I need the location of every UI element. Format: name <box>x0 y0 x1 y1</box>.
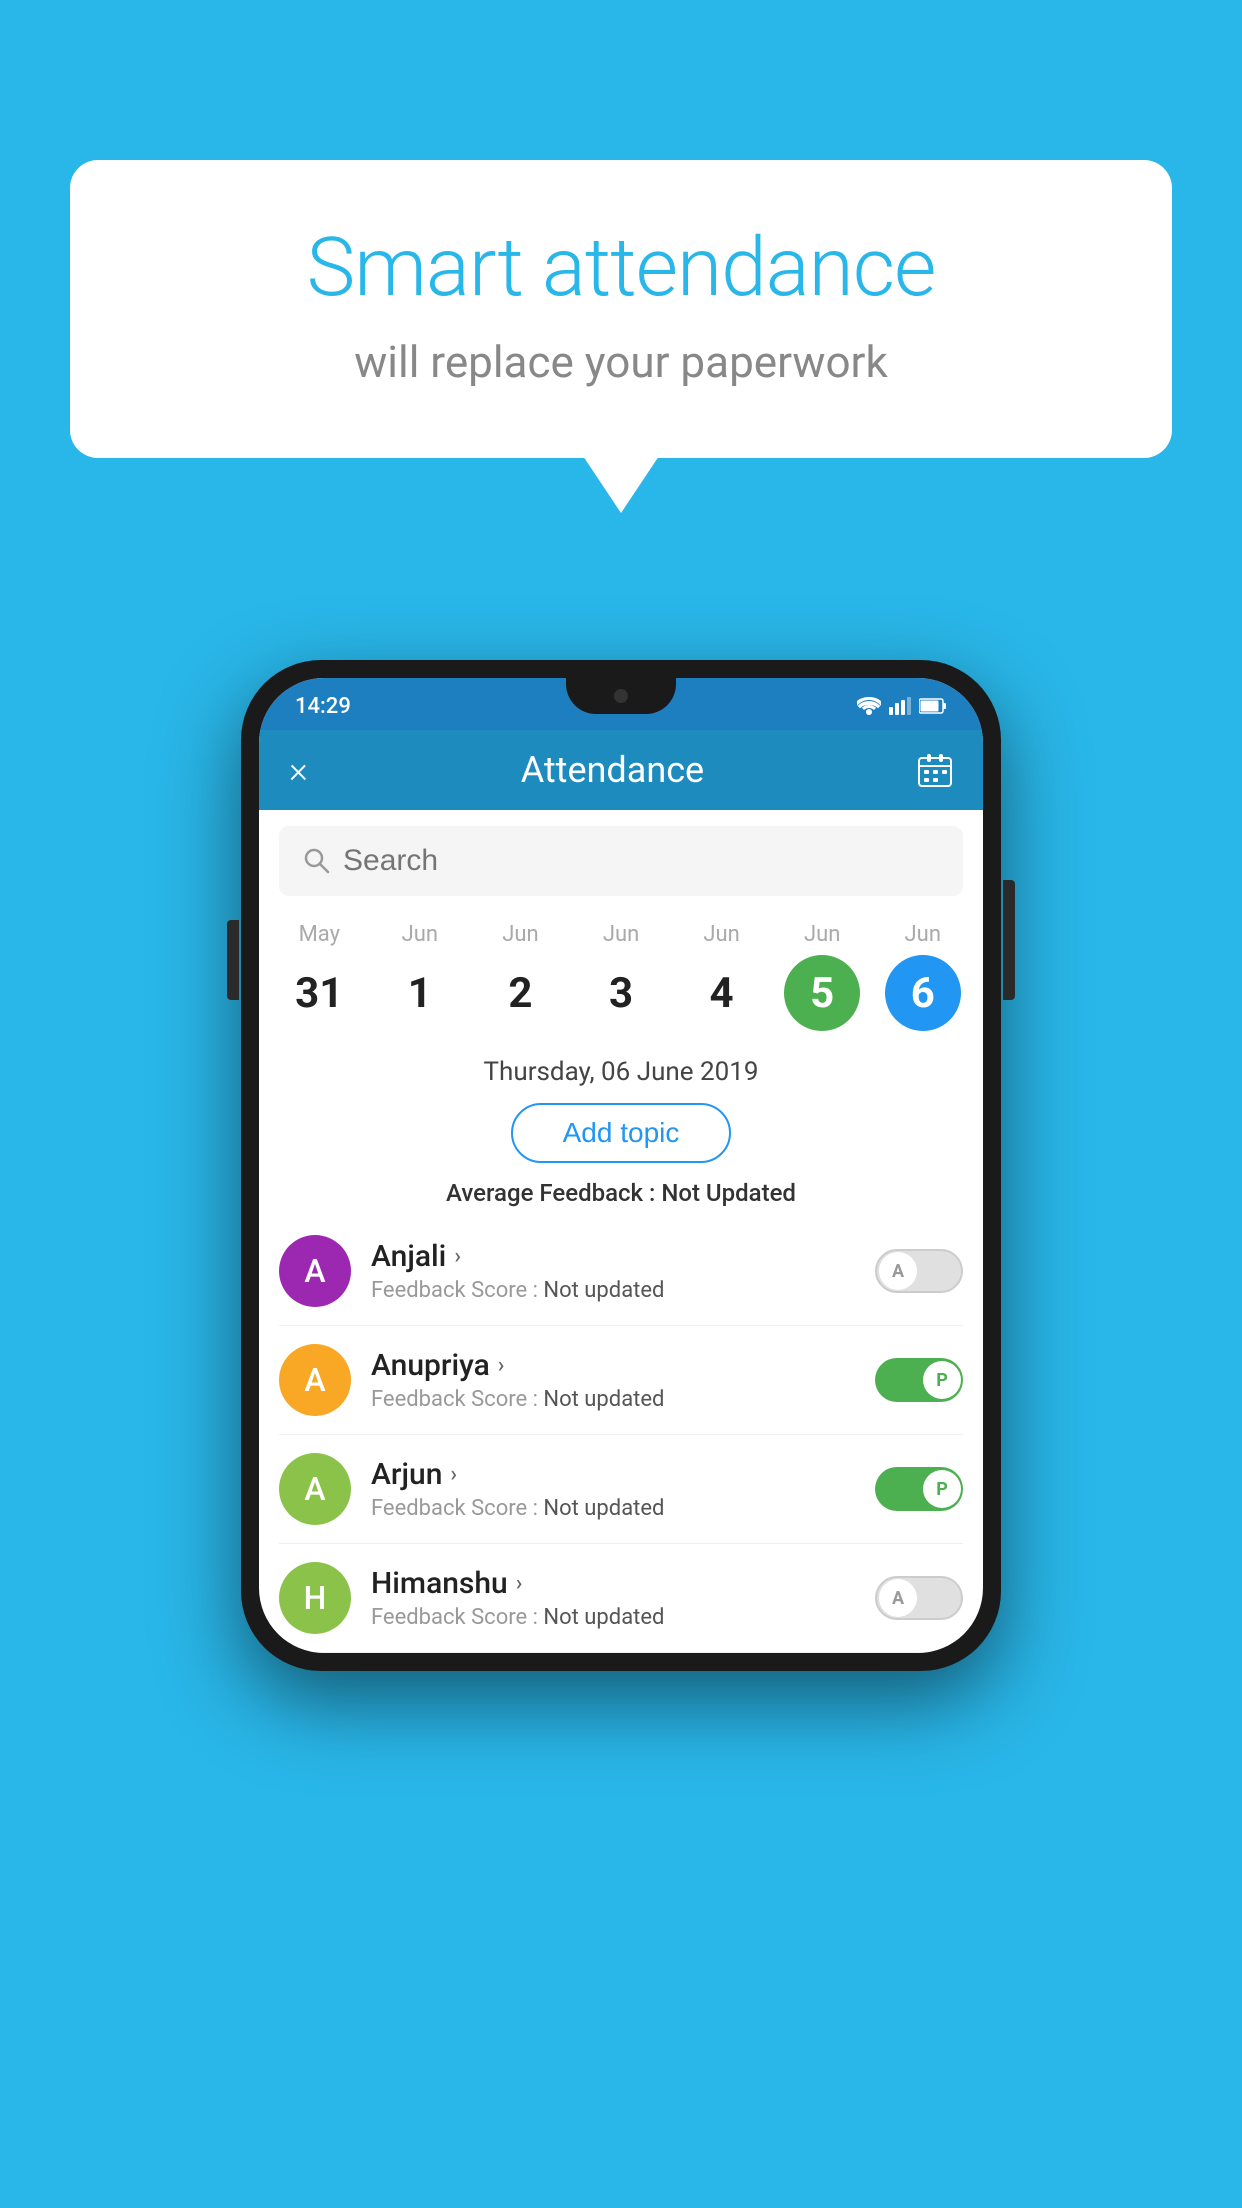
date-month: Jun <box>370 922 471 947</box>
toggle-track: A <box>875 1249 963 1293</box>
app-bar-title: Attendance <box>521 749 704 791</box>
toggle-track: P <box>875 1358 963 1402</box>
date-day[interactable]: 5 <box>784 955 860 1031</box>
toggle-thumb: P <box>923 1361 961 1399</box>
front-camera <box>614 689 628 703</box>
chevron-icon: › <box>516 1571 523 1596</box>
calendar-icon[interactable] <box>917 752 953 788</box>
date-month: Jun <box>872 922 973 947</box>
date-item[interactable]: Jun 1 <box>370 912 471 1041</box>
student-item[interactable]: H Himanshu › Feedback Score : Not updated A <box>279 1544 963 1653</box>
date-item[interactable]: Jun 2 <box>470 912 571 1041</box>
status-time: 14:29 <box>295 694 351 719</box>
avg-feedback-value: Not Updated <box>661 1179 796 1207</box>
app-bar: × Attendance <box>259 730 983 810</box>
wifi-icon <box>857 697 881 715</box>
avg-feedback: Average Feedback : Not Updated <box>259 1179 983 1207</box>
search-input[interactable] <box>343 844 939 878</box>
battery-icon <box>919 698 947 714</box>
attendance-toggle[interactable]: P <box>875 1467 963 1511</box>
student-feedback: Feedback Score : Not updated <box>371 1605 855 1630</box>
search-bar[interactable] <box>279 826 963 896</box>
phone-container: 14:29 <box>241 660 1001 1671</box>
avatar: A <box>279 1344 351 1416</box>
search-icon <box>303 847 331 875</box>
status-icons <box>857 697 947 715</box>
attendance-toggle[interactable]: A <box>875 1249 963 1293</box>
student-info: Himanshu › Feedback Score : Not updated <box>371 1566 855 1630</box>
date-month: May <box>269 922 370 947</box>
student-item[interactable]: A Anupriya › Feedback Score : Not updated P <box>279 1326 963 1435</box>
date-day[interactable]: 3 <box>583 955 659 1031</box>
avatar: A <box>279 1235 351 1307</box>
avg-feedback-label: Average Feedback : <box>446 1179 655 1207</box>
date-month: Jun <box>571 922 672 947</box>
phone-frame: 14:29 <box>241 660 1001 1671</box>
attendance-toggle[interactable]: A <box>875 1576 963 1620</box>
attendance-toggle[interactable]: P <box>875 1358 963 1402</box>
date-item[interactable]: Jun 5 <box>772 912 873 1041</box>
date-day[interactable]: 31 <box>281 955 357 1031</box>
student-name: Anjali › <box>371 1239 855 1274</box>
toggle-track: A <box>875 1576 963 1620</box>
date-day[interactable]: 2 <box>482 955 558 1031</box>
date-item[interactable]: Jun 6 <box>872 912 973 1041</box>
close-button[interactable]: × <box>289 749 308 791</box>
student-name: Himanshu › <box>371 1566 855 1601</box>
selected-date-text: Thursday, 06 June 2019 <box>259 1041 983 1097</box>
phone-notch <box>566 678 676 714</box>
avatar: H <box>279 1562 351 1634</box>
bubble-subtitle: will replace your paperwork <box>150 336 1092 388</box>
student-item[interactable]: A Arjun › Feedback Score : Not updated P <box>279 1435 963 1544</box>
avatar: A <box>279 1453 351 1525</box>
date-scroll: May 31 Jun 1 Jun 2 Jun 3 Jun 4 Jun 5 Jun 6 <box>259 912 983 1041</box>
student-feedback: Feedback Score : Not updated <box>371 1496 855 1521</box>
add-topic-button[interactable]: Add topic <box>511 1103 732 1163</box>
chevron-icon: › <box>498 1353 505 1378</box>
toggle-track: P <box>875 1467 963 1511</box>
toggle-thumb: P <box>923 1470 961 1508</box>
date-month: Jun <box>772 922 873 947</box>
student-name: Anupriya › <box>371 1348 855 1383</box>
student-name: Arjun › <box>371 1457 855 1492</box>
date-month: Jun <box>671 922 772 947</box>
date-day[interactable]: 1 <box>382 955 458 1031</box>
student-item[interactable]: A Anjali › Feedback Score : Not updated A <box>279 1217 963 1326</box>
speech-bubble-container: Smart attendance will replace your paper… <box>70 160 1172 458</box>
bubble-title: Smart attendance <box>150 220 1092 316</box>
feedback-value: Not updated <box>543 1496 664 1521</box>
chevron-icon: › <box>454 1244 461 1269</box>
student-list: AAnjali ›Feedback Score : Not updatedAAA… <box>259 1217 983 1653</box>
feedback-value: Not updated <box>543 1387 664 1412</box>
student-info: Anjali › Feedback Score : Not updated <box>371 1239 855 1303</box>
student-info: Anupriya › Feedback Score : Not updated <box>371 1348 855 1412</box>
date-item[interactable]: May 31 <box>269 912 370 1041</box>
date-item[interactable]: Jun 4 <box>671 912 772 1041</box>
date-day[interactable]: 4 <box>684 955 760 1031</box>
date-item[interactable]: Jun 3 <box>571 912 672 1041</box>
student-feedback: Feedback Score : Not updated <box>371 1387 855 1412</box>
phone-screen: 14:29 <box>259 678 983 1653</box>
feedback-value: Not updated <box>543 1605 664 1630</box>
date-day[interactable]: 6 <box>885 955 961 1031</box>
speech-bubble: Smart attendance will replace your paper… <box>70 160 1172 458</box>
student-info: Arjun › Feedback Score : Not updated <box>371 1457 855 1521</box>
toggle-thumb: A <box>879 1579 917 1617</box>
feedback-value: Not updated <box>543 1278 664 1303</box>
date-month: Jun <box>470 922 571 947</box>
toggle-thumb: A <box>879 1252 917 1290</box>
student-feedback: Feedback Score : Not updated <box>371 1278 855 1303</box>
chevron-icon: › <box>450 1462 457 1487</box>
signal-icon <box>889 697 911 715</box>
